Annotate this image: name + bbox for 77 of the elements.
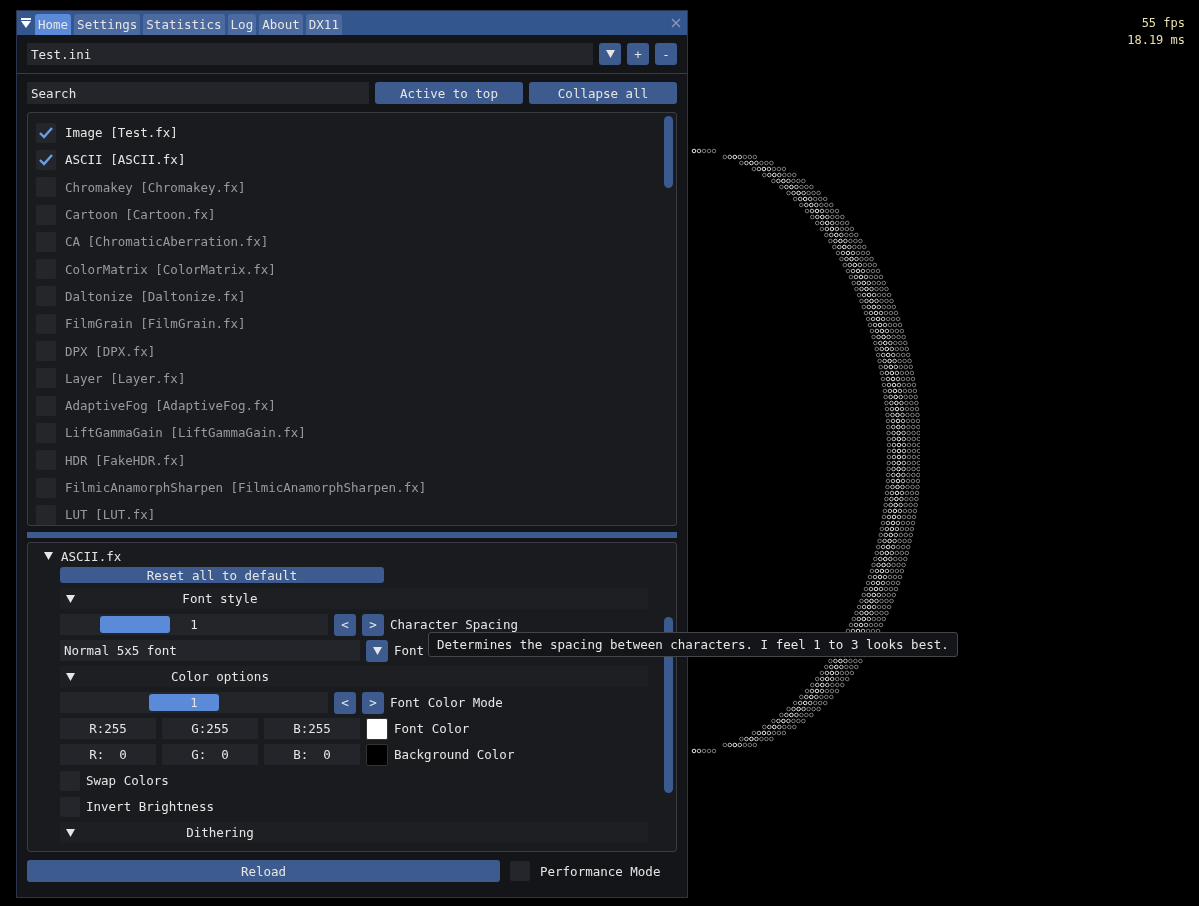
slider-thumb[interactable] xyxy=(99,616,170,633)
expanded-arrow-icon xyxy=(66,672,75,681)
dropdown-button[interactable] xyxy=(366,639,388,662)
preset-button[interactable]: - xyxy=(655,43,677,65)
decrement-button[interactable]: < xyxy=(334,613,356,636)
dropdown-button[interactable] xyxy=(599,43,621,65)
color-channel-field[interactable]: B: 0 xyxy=(264,744,360,765)
effect-label[interactable]: LUT [LUT.fx] xyxy=(65,507,156,523)
frame-time: 18.19 ms xyxy=(1127,33,1185,47)
search-field[interactable]: Search xyxy=(27,82,369,104)
expand-toggle[interactable] xyxy=(44,552,53,560)
tab[interactable]: DX11 xyxy=(305,14,342,35)
effect-label[interactable]: HDR [FakeHDR.fx] xyxy=(65,452,186,468)
list-button[interactable]: Collapse all xyxy=(529,82,677,104)
setting-label: Background Color xyxy=(394,747,515,762)
setting-label: Font xyxy=(394,643,425,658)
fps-counter: 55 fps xyxy=(1141,16,1185,30)
setting-label: Font Color xyxy=(394,721,470,736)
effect-label[interactable]: FilmicAnamorphSharpen [FilmicAnamorphSharpen.fx] xyxy=(65,480,427,495)
slider-thumb[interactable] xyxy=(149,694,220,711)
reload-button[interactable]: Reload xyxy=(27,860,500,882)
tab[interactable]: Log xyxy=(227,14,257,35)
expanded-arrow-icon xyxy=(44,552,53,560)
tooltip: Determines the spacing between characters. I feel 1 to 3 looks best. xyxy=(428,632,958,657)
tab[interactable]: Statistics xyxy=(143,14,225,35)
decrement-button[interactable]: < xyxy=(334,691,356,714)
preset-combo[interactable]: Test.ini xyxy=(27,43,593,65)
effect-label[interactable]: ColorMatrix [ColorMatrix.fx] xyxy=(65,261,276,277)
setting-label: Character Spacing xyxy=(390,617,518,632)
checkmark-icon xyxy=(39,153,53,166)
slider[interactable]: 1 xyxy=(60,614,328,635)
setting-label: Font Color Mode xyxy=(390,695,503,710)
effect-label[interactable]: AdaptiveFog [AdaptiveFog.fx] xyxy=(65,398,276,414)
color-channel-field[interactable]: G:255 xyxy=(162,718,258,739)
effect-label[interactable]: Chromakey [Chromakey.fx] xyxy=(65,179,246,195)
font-combo[interactable]: Normal 5x5 font xyxy=(60,640,360,661)
expand-toggle[interactable] xyxy=(66,828,75,837)
setting-label: Swap Colors xyxy=(86,773,169,788)
increment-button[interactable]: > xyxy=(362,613,384,636)
effect-title[interactable]: ASCII.fx xyxy=(61,548,122,564)
checkbox-label: Performance Mode xyxy=(540,863,661,879)
color-channel-field[interactable]: B:255 xyxy=(264,718,360,739)
effect-label[interactable]: FilmGrain [FilmGrain.fx] xyxy=(65,316,246,332)
splitter-bar[interactable] xyxy=(27,532,677,538)
tab[interactable]: About xyxy=(259,14,303,35)
effect-label[interactable]: Layer [Layer.fx] xyxy=(65,370,186,386)
menu-collapse-icon xyxy=(21,18,31,28)
scrollbar-thumb[interactable] xyxy=(664,116,673,188)
dropdown-arrow-icon xyxy=(372,646,382,655)
checkbox[interactable] xyxy=(36,504,56,525)
tab[interactable]: Settings xyxy=(74,14,141,35)
close-icon xyxy=(671,18,681,28)
effect-label[interactable]: Image [Test.fx] xyxy=(65,125,178,141)
color-swatch[interactable] xyxy=(366,743,388,766)
checkmark-icon xyxy=(39,126,53,139)
checkbox[interactable] xyxy=(36,149,56,170)
list-button[interactable]: Active to top xyxy=(375,82,523,104)
color-swatch[interactable] xyxy=(366,717,388,740)
color-channel-field[interactable]: R: 0 xyxy=(60,744,156,765)
expanded-arrow-icon xyxy=(66,828,75,837)
expand-toggle[interactable] xyxy=(66,672,75,681)
increment-button[interactable]: > xyxy=(362,691,384,714)
expand-toggle[interactable] xyxy=(66,594,75,603)
color-channel-field[interactable]: R:255 xyxy=(60,718,156,739)
effect-label[interactable]: DPX [DPX.fx] xyxy=(65,343,156,359)
reset-button[interactable]: Reset all to default xyxy=(60,567,384,583)
color-channel-field[interactable]: G: 0 xyxy=(162,744,258,765)
preset-button[interactable]: + xyxy=(627,43,649,65)
effect-label[interactable]: CA [ChromaticAberration.fx] xyxy=(65,234,269,250)
effect-label[interactable]: Cartoon [Cartoon.fx] xyxy=(65,207,216,223)
effect-label[interactable]: Daltonize [Daltonize.fx] xyxy=(65,288,246,304)
effect-label[interactable]: LiftGammaGain [LiftGammaGain.fx] xyxy=(65,425,306,441)
dropdown-arrow-icon xyxy=(605,50,615,58)
setting-label: Invert Brightness xyxy=(86,799,214,814)
expanded-arrow-icon xyxy=(66,594,75,603)
checkbox[interactable] xyxy=(36,122,56,143)
effect-label[interactable]: ASCII [ASCII.fx] xyxy=(65,152,186,168)
